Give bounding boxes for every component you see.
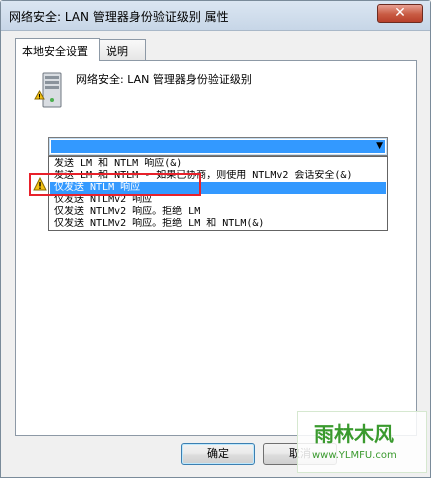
- auth-level-combobox[interactable]: ▼: [48, 137, 388, 156]
- ok-button[interactable]: 确定: [181, 443, 255, 465]
- close-button[interactable]: ✕: [377, 4, 423, 23]
- title-bar[interactable]: 网络安全: LAN 管理器身份验证级别 属性 ✕: [1, 1, 430, 31]
- annotation-highlight-box: [29, 173, 201, 196]
- tab-panel: 网络安全: LAN 管理器身份验证级别 ▼ 发送 LM 和 NTLM 响应(&)…: [15, 60, 417, 436]
- watermark-name: 雨林木风: [314, 422, 394, 446]
- server-policy-icon: [34, 72, 62, 108]
- properties-window: 网络安全: LAN 管理器身份验证级别 属性 ✕ 本地安全设置 说明 网络安全:…: [0, 0, 431, 478]
- watermark-url: www.YLMFU.com: [312, 450, 397, 461]
- watermark-logo: 雨林木风 www.YLMFU.com: [297, 411, 427, 473]
- warning-icon: [33, 177, 47, 191]
- policy-title: 网络安全: LAN 管理器身份验证级别: [76, 73, 252, 86]
- combo-selected-value: [51, 140, 385, 153]
- dropdown-option-lm-ntlm[interactable]: 发送 LM 和 NTLM 响应(&): [50, 158, 386, 170]
- window-title: 网络安全: LAN 管理器身份验证级别 属性: [9, 10, 229, 24]
- chevron-down-icon[interactable]: ▼: [376, 141, 383, 151]
- tab-local-security-setting[interactable]: 本地安全设置: [15, 38, 100, 61]
- tab-explain[interactable]: 说明: [99, 39, 146, 61]
- dropdown-option-ntlmv2-refuse-lm-ntlm[interactable]: 仅发送 NTLMv2 响应。拒绝 LM 和 NTLM(&): [50, 218, 386, 230]
- dropdown-option-ntlmv2-refuse-lm[interactable]: 仅发送 NTLMv2 响应。拒绝 LM: [50, 206, 386, 218]
